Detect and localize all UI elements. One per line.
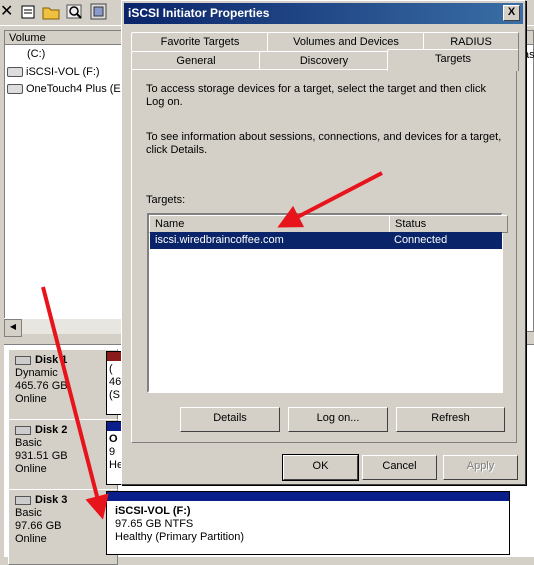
- details-button[interactable]: Details: [180, 407, 280, 432]
- volume-name: iSCSI-VOL (F:): [26, 66, 100, 78]
- disk-name: Disk 1: [35, 354, 68, 366]
- cancel-button[interactable]: Cancel: [362, 455, 437, 480]
- column-header-name[interactable]: Name: [149, 215, 396, 233]
- targets-label: Targets:: [146, 194, 186, 206]
- settings-icon[interactable]: [90, 3, 108, 21]
- disk-size: 97.66 GB: [15, 520, 62, 532]
- target-status: Connected: [394, 234, 448, 246]
- disk-3-label[interactable]: Disk 3 Basic 97.66 GB Online: [8, 489, 118, 565]
- logon-button[interactable]: Log on...: [288, 407, 388, 432]
- dialog-title: iSCSI Initiator Properties: [128, 6, 270, 20]
- disk-name: Disk 2: [35, 424, 68, 436]
- target-name: iscsi.wiredbraincoffee.com: [155, 234, 284, 246]
- description-details: To see information about sessions, conne…: [146, 131, 502, 156]
- disk-type: Dynamic: [15, 367, 58, 379]
- iscsi-dialog: iSCSI Initiator Properties X Favorite Ta…: [121, 0, 526, 485]
- horizontal-scrollbar[interactable]: ◀: [4, 318, 134, 337]
- volume-row[interactable]: OneTouch4 Plus (E:): [7, 81, 128, 97]
- disk-2-label[interactable]: Disk 2 Basic 931.51 GB Online: [8, 419, 118, 497]
- disk-status: Online: [15, 463, 47, 475]
- scroll-left-icon[interactable]: ◀: [4, 319, 22, 337]
- tab-favorite-targets[interactable]: Favorite Targets: [131, 32, 269, 51]
- disk-type: Basic: [15, 507, 42, 519]
- disk-name: Disk 3: [35, 494, 68, 506]
- column-header-status[interactable]: Status: [389, 215, 508, 233]
- disk-icon: [15, 356, 31, 365]
- targets-panel: To access storage devices for a target, …: [131, 69, 517, 443]
- volume-row[interactable]: (C:): [27, 46, 45, 62]
- close-button[interactable]: X: [503, 5, 520, 21]
- disk-icon: [15, 496, 31, 505]
- volume-name: (C:): [27, 48, 46, 60]
- tab-discovery[interactable]: Discovery: [259, 51, 389, 70]
- disk-status: Online: [15, 533, 47, 545]
- magnifier-icon[interactable]: [66, 3, 84, 21]
- targets-list[interactable]: Name Status iscsi.wiredbraincoffee.com C…: [147, 213, 508, 393]
- disk-icon: [15, 426, 31, 435]
- tab-targets[interactable]: Targets: [387, 49, 519, 71]
- close-x-icon[interactable]: ✕: [0, 3, 18, 21]
- dialog-title-bar[interactable]: iSCSI Initiator Properties X: [124, 3, 523, 24]
- disk-3-partition[interactable]: iSCSI-VOL (F:) 97.65 GB NTFS Healthy (Pr…: [106, 491, 510, 555]
- tab-general[interactable]: General: [131, 51, 261, 70]
- disk-status: Online: [15, 393, 47, 405]
- drive-icon: [7, 67, 23, 77]
- partition-status: Healthy (Primary Partition): [115, 531, 244, 543]
- disk-type: Basic: [15, 437, 42, 449]
- folder-icon[interactable]: [42, 3, 60, 21]
- description-login: To access storage devices for a target, …: [146, 83, 486, 108]
- apply-button[interactable]: Apply: [443, 455, 518, 480]
- volume-name: OneTouch4 Plus (E:): [26, 83, 128, 95]
- drive-icon: [7, 84, 23, 94]
- refresh-button[interactable]: Refresh: [396, 407, 505, 432]
- target-row[interactable]: iscsi.wiredbraincoffee.com Connected: [150, 232, 502, 249]
- properties-icon[interactable]: [20, 3, 38, 21]
- volume-row[interactable]: iSCSI-VOL (F:): [7, 64, 100, 80]
- disk-1-label[interactable]: Disk 1 Dynamic 465.76 GB Online: [8, 349, 118, 427]
- disk-size: 931.51 GB: [15, 450, 68, 462]
- partition-name: iSCSI-VOL (F:): [115, 505, 191, 517]
- partition-size: 97.65 GB NTFS: [115, 518, 194, 530]
- ok-button[interactable]: OK: [282, 454, 359, 481]
- disk-size: 465.76 GB: [15, 380, 68, 392]
